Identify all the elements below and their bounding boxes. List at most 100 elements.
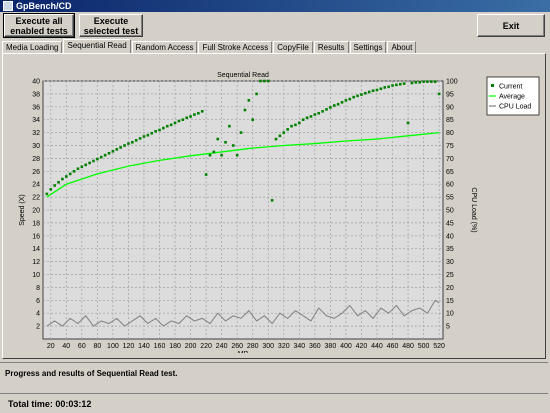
- execute-all-button[interactable]: Execute all enabled tests: [3, 13, 75, 38]
- current-data-point: [92, 159, 95, 163]
- y-right-tick-label: 40: [446, 233, 454, 240]
- y-left-tick-label: 4: [36, 311, 40, 318]
- current-data-point: [367, 90, 371, 94]
- x-tick-label: 440: [371, 343, 383, 350]
- y-right-tick-label: 30: [446, 259, 454, 266]
- current-data-point: [165, 124, 169, 128]
- current-data-point: [189, 115, 192, 118]
- current-data-point: [298, 121, 301, 125]
- current-data-point: [426, 80, 429, 83]
- y-left-tick-label: 8: [36, 285, 40, 292]
- y-left-tick-label: 38: [32, 91, 40, 98]
- current-data-point: [53, 184, 56, 187]
- current-data-point: [364, 91, 367, 95]
- current-data-point: [76, 167, 80, 171]
- current-data-point: [247, 99, 251, 102]
- current-data-point: [146, 133, 150, 137]
- y-left-axis-label: Speed (X): [19, 194, 26, 226]
- exit-button[interactable]: Exit: [477, 14, 545, 37]
- window-title: GpBench/CD: [16, 1, 72, 11]
- current-data-point: [266, 79, 270, 83]
- current-data-point: [228, 124, 231, 128]
- x-tick-label: 60: [78, 343, 86, 350]
- x-tick-label: 480: [402, 343, 414, 350]
- current-data-point: [406, 121, 410, 125]
- x-tick-label: 20: [47, 343, 55, 350]
- y-left-tick-label: 20: [32, 208, 40, 215]
- current-data-point: [383, 86, 387, 89]
- y-left-tick-label: 14: [32, 246, 40, 253]
- y-left-tick-label: 24: [32, 182, 40, 189]
- current-data-point: [204, 173, 208, 176]
- x-tick-label: 500: [418, 343, 430, 350]
- current-data-point: [309, 115, 313, 118]
- legend-label: Current: [499, 84, 522, 91]
- chart-title: Sequential Read: [217, 72, 269, 79]
- current-data-point: [111, 150, 115, 153]
- status-bar: Progress and results of Sequential Read …: [0, 362, 548, 389]
- sequential-read-chart: 20 40 60 80 100 120 140 160 180 200 220 240 260 280 30…: [9, 61, 543, 358]
- x-tick-label: 380: [325, 343, 337, 350]
- current-data-point: [177, 119, 181, 123]
- current-data-point: [286, 128, 289, 131]
- y-right-tick-label: 75: [446, 143, 454, 150]
- current-data-point: [321, 110, 324, 113]
- x-axis-label: MB: [238, 351, 249, 353]
- y-right-tick-label: 100: [446, 79, 458, 86]
- current-data-point: [274, 137, 278, 141]
- current-data-point: [45, 192, 49, 196]
- current-data-point: [107, 151, 111, 155]
- y-right-tick-label: 35: [446, 246, 454, 253]
- current-data-point: [433, 80, 437, 83]
- y-left-tick-label: 30: [32, 143, 40, 150]
- current-data-point: [259, 79, 262, 83]
- current-data-point: [305, 116, 309, 120]
- y-right-tick-label: 5: [446, 324, 450, 331]
- tab-sequential-read[interactable]: Sequential Read: [63, 39, 131, 53]
- y-right-tick-label: 45: [446, 220, 454, 227]
- status-text: Progress and results of Sequential Read …: [5, 369, 178, 378]
- current-data-point: [360, 93, 363, 96]
- x-tick-label: 460: [387, 343, 399, 350]
- y-right-tick-label: 55: [446, 195, 454, 202]
- current-data-point: [278, 134, 282, 138]
- y-right-tick-label: 50: [446, 208, 454, 215]
- legend-label: Average: [499, 94, 525, 101]
- current-data-point: [173, 121, 177, 125]
- current-data-point: [84, 163, 88, 167]
- current-data-point: [80, 165, 84, 169]
- current-data-point: [212, 150, 216, 154]
- current-data-point: [142, 135, 146, 138]
- total-time: Total time: 00:03:12: [8, 399, 92, 409]
- y-right-tick-label: 25: [446, 272, 454, 279]
- x-tick-label: 120: [123, 343, 135, 350]
- x-tick-label: 160: [154, 343, 166, 350]
- y-right-tick-label: 85: [446, 117, 454, 124]
- execute-selected-label: Execute selected test: [83, 15, 139, 36]
- current-data-point: [103, 153, 107, 157]
- current-data-point: [301, 118, 305, 121]
- current-data-point: [379, 87, 383, 91]
- current-data-point: [398, 82, 402, 86]
- x-tick-label: 400: [340, 343, 352, 350]
- x-tick-label: 360: [309, 343, 321, 350]
- execute-selected-button[interactable]: Execute selected test: [79, 14, 143, 37]
- current-data-point: [375, 88, 379, 92]
- current-data-point: [127, 142, 130, 145]
- current-data-point: [391, 84, 394, 87]
- current-data-point: [169, 123, 173, 127]
- current-data-point: [72, 170, 76, 173]
- current-data-point: [154, 130, 157, 133]
- current-data-point: [418, 80, 421, 84]
- current-data-point: [395, 83, 398, 87]
- current-data-point: [150, 131, 154, 135]
- current-data-point: [414, 80, 418, 84]
- current-data-point: [336, 102, 340, 106]
- x-tick-label: 220: [200, 343, 212, 350]
- current-data-point: [231, 144, 235, 147]
- current-data-point: [65, 175, 68, 178]
- legend-marker: [491, 84, 494, 87]
- current-data-point: [138, 137, 142, 140]
- x-tick-label: 260: [231, 343, 243, 350]
- total-time-bar: Total time: 00:03:12: [0, 393, 548, 412]
